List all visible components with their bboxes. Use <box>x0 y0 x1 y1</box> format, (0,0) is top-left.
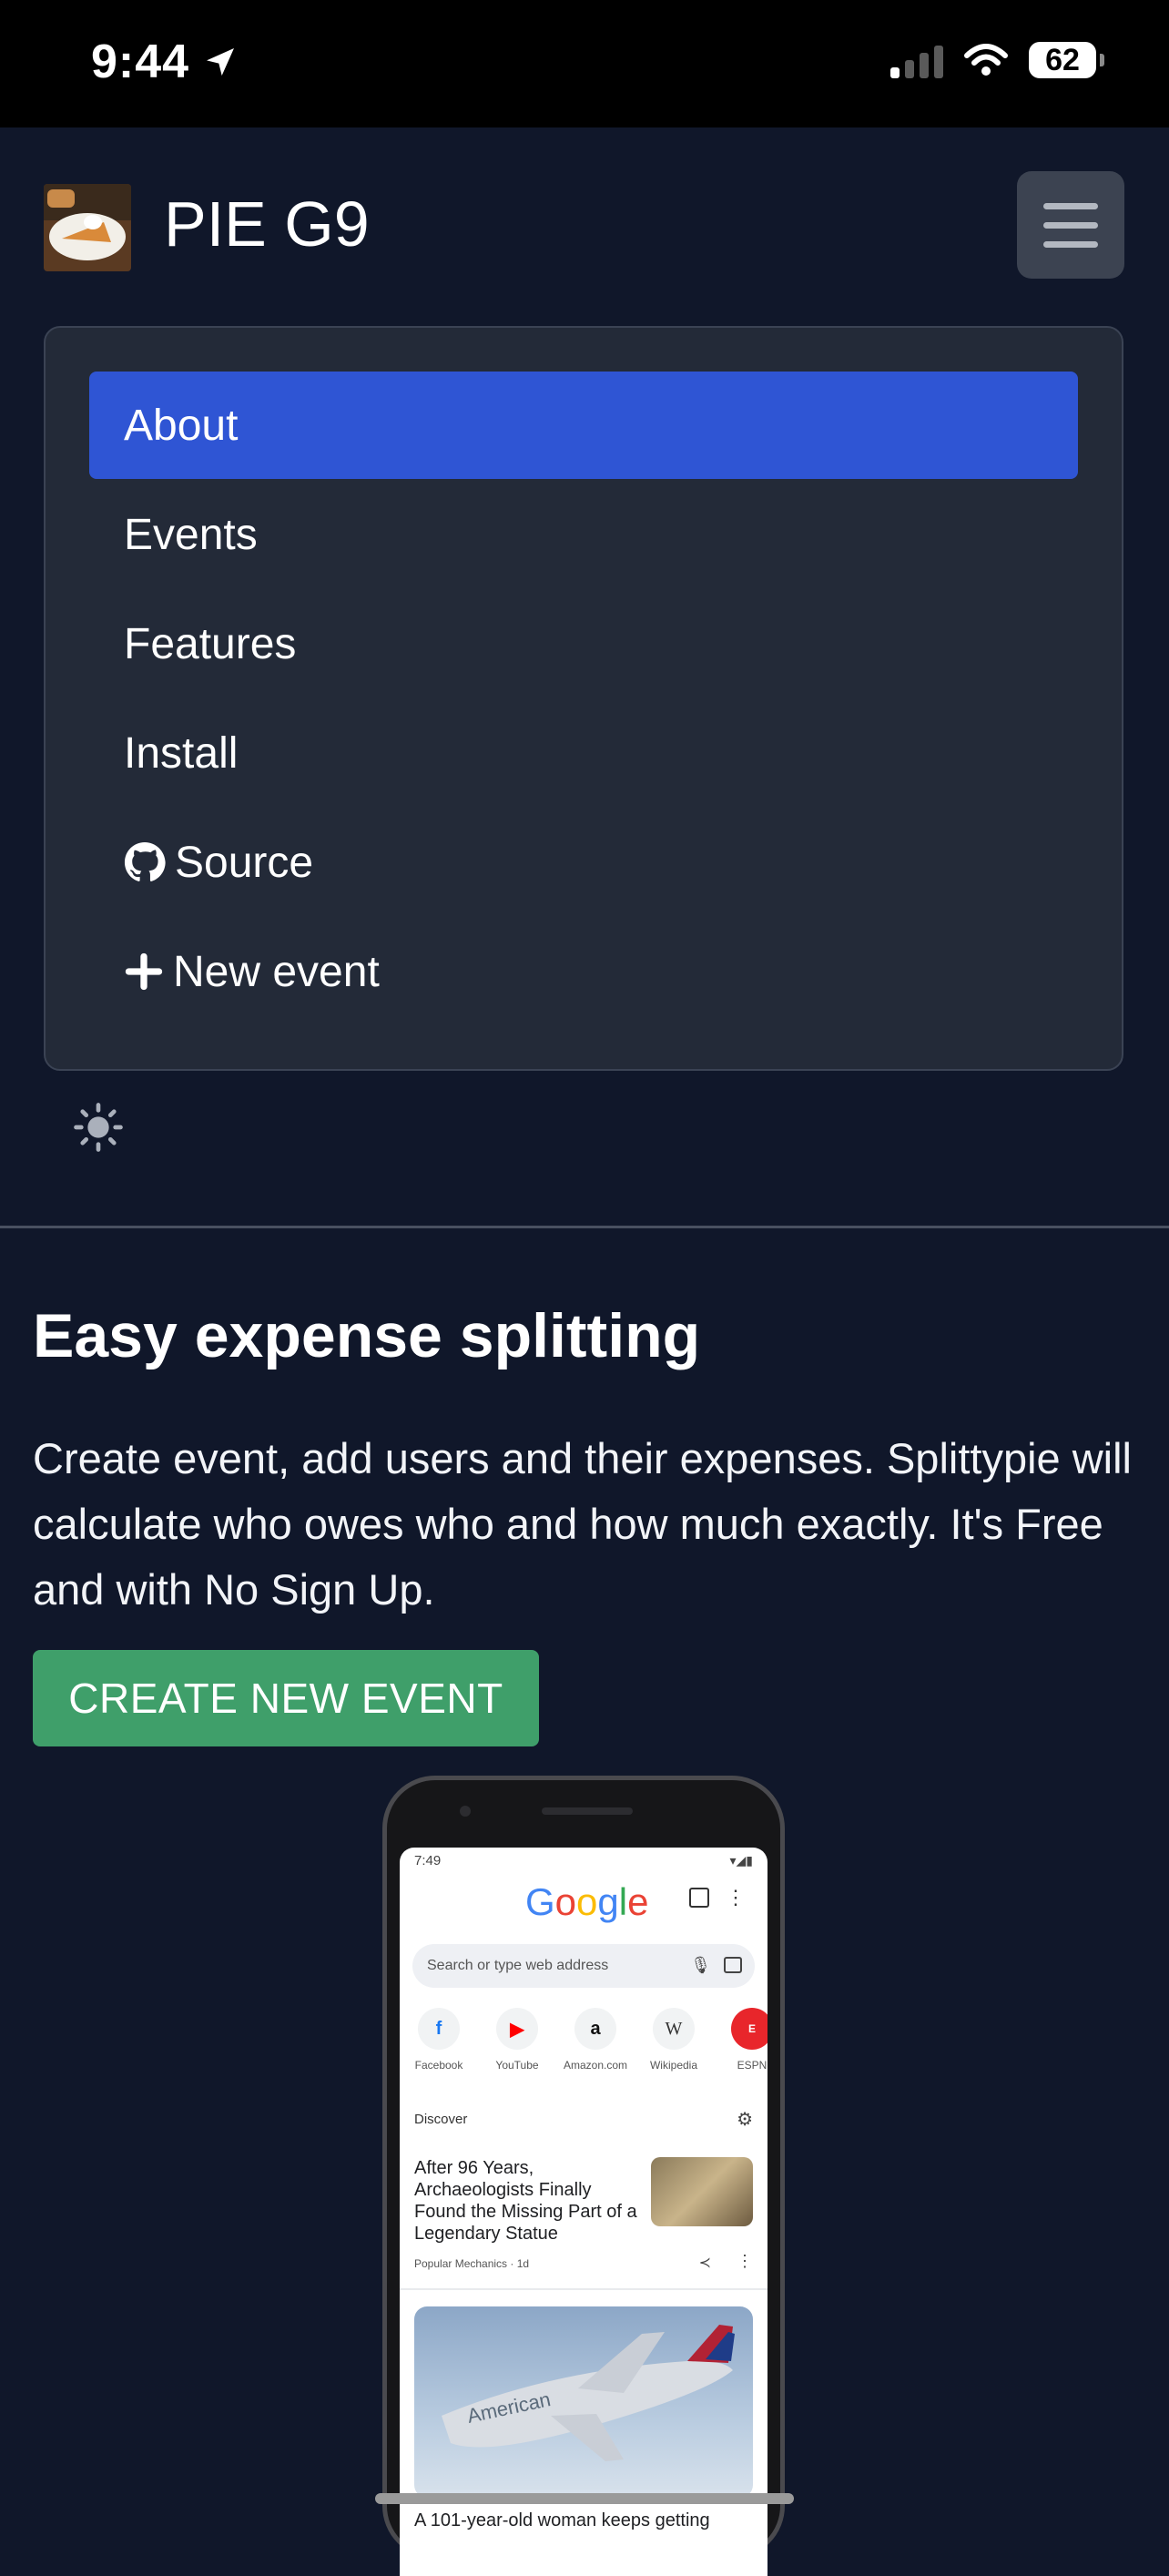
status-bar: 9:44 62 <box>0 0 1169 127</box>
logo-letter: e <box>627 1880 649 1923</box>
nav-item-label: About <box>124 401 239 450</box>
logo-letter: o <box>576 1880 598 1923</box>
tabs-icon <box>689 1888 709 1908</box>
nav-menu: About Events Features Install Source New… <box>44 326 1123 1071</box>
phone-screen: 7:49 ▾◢▮ Google ⋮ Search or type web add… <box>400 1848 767 2576</box>
hero-description: Create event, add users and their expens… <box>33 1434 1132 1614</box>
share-icon: ≺ <box>698 2255 711 2271</box>
hamburger-icon-bar <box>1043 221 1098 229</box>
gear-icon: ⚙ <box>737 2110 753 2130</box>
camera-icon <box>724 1957 742 1973</box>
nav-item-install[interactable]: Install <box>89 699 1078 807</box>
logo-letter: o <box>554 1880 577 1923</box>
nav-item-new-event[interactable]: New event <box>89 918 1078 1025</box>
brand-logo[interactable] <box>44 184 131 271</box>
nav-item-label: Events <box>124 510 258 559</box>
espn-icon: E <box>731 2008 767 2050</box>
discover-label: Discover <box>414 2112 468 2127</box>
divider <box>0 1226 1169 1228</box>
nav-item-source[interactable]: Source <box>89 809 1078 916</box>
shortcut-label: Facebook <box>414 2059 463 2072</box>
phone-speaker <box>542 1807 633 1815</box>
navbar: PIE G9 <box>0 127 1169 310</box>
nav-item-label: Features <box>124 619 297 668</box>
hero-title: Easy expense splitting <box>33 1301 701 1370</box>
logo-letter: l <box>618 1880 628 1923</box>
home-indicator <box>375 2493 794 2504</box>
hamburger-menu-button[interactable] <box>1017 171 1124 279</box>
wikipedia-icon: W <box>653 2008 695 2050</box>
phone-mockup-image: 7:49 ▾◢▮ Google ⋮ Search or type web add… <box>382 1776 785 2576</box>
amazon-icon: a <box>574 2008 616 2050</box>
article-thumbnail <box>651 2157 753 2226</box>
mock-shortcut: f Facebook <box>407 2008 471 2072</box>
plus-icon <box>124 952 164 992</box>
mock-shortcut: W Wikipedia <box>642 2008 706 2072</box>
nav-item-features[interactable]: Features <box>89 590 1078 697</box>
mock-status-time: 7:49 <box>414 1853 442 1868</box>
github-icon <box>124 841 166 883</box>
battery-icon: 62 <box>1029 42 1104 78</box>
logo-letter: G <box>525 1880 555 1923</box>
nav-item-label: New event <box>173 947 380 996</box>
wifi-icon <box>964 44 1008 76</box>
shortcut-label: Wikipedia <box>649 2059 698 2072</box>
nav-item-label: Install <box>124 728 239 778</box>
nav-item-label: Source <box>175 838 314 887</box>
mock-search-bar: Search or type web address 🎙 <box>412 1944 755 1988</box>
airplane-image: American <box>414 2306 753 2498</box>
facebook-icon: f <box>418 2008 460 2050</box>
brand-name[interactable]: PIE G9 <box>164 188 370 260</box>
mock-status-icons: ▾◢▮ <box>729 1853 754 1868</box>
mock-shortcut: a Amazon.com <box>564 2008 627 2072</box>
status-time: 9:44 <box>91 35 239 89</box>
pie-photo-icon <box>44 184 131 271</box>
article-title: After 96 Years, Archaeologists Finally F… <box>414 2158 637 2244</box>
time-text: 9:44 <box>91 36 190 88</box>
sun-icon <box>74 1103 123 1152</box>
cellular-signal-icon <box>890 42 943 78</box>
article-source: Popular Mechanics · 1d <box>414 2257 530 2270</box>
shortcut-label: YouTube <box>495 2059 539 2072</box>
google-logo: Google <box>525 1880 648 1924</box>
mic-icon: 🎙 <box>690 1956 711 1974</box>
nav-item-events[interactable]: Events <box>89 481 1078 588</box>
status-indicators: 62 <box>890 42 1104 78</box>
mock-shortcut: ▶ YouTube <box>485 2008 549 2072</box>
article-title: A 101-year-old woman keeps getting <box>414 2510 710 2530</box>
shortcut-label: ESPN <box>737 2059 767 2072</box>
hamburger-icon-bar <box>1043 202 1098 209</box>
divider <box>400 2288 767 2290</box>
mock-search-placeholder: Search or type web address <box>427 1958 609 1973</box>
mock-shortcut: E ESPN <box>720 2008 767 2072</box>
phone-camera <box>460 1806 471 1817</box>
logo-letter: g <box>597 1880 619 1923</box>
more-vert-icon: ⋮ <box>737 2252 753 2270</box>
more-vert-icon: ⋮ <box>726 1886 746 1909</box>
create-new-event-button[interactable]: CREATE NEW EVENT <box>33 1650 539 1746</box>
youtube-icon: ▶ <box>496 2008 538 2050</box>
shortcut-label: Amazon.com <box>564 2059 628 2072</box>
hamburger-icon-bar <box>1043 240 1098 248</box>
airplane-icon: American <box>442 2325 735 2461</box>
theme-toggle-button[interactable] <box>73 1102 124 1153</box>
nav-item-about[interactable]: About <box>89 372 1078 479</box>
location-arrow-icon <box>207 48 235 76</box>
